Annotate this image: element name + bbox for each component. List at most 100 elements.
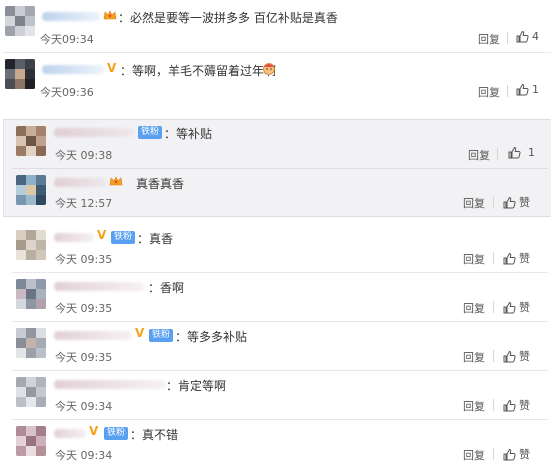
separator (493, 448, 494, 460)
like-button[interactable]: 赞 (503, 194, 530, 210)
reply-item: ：香啊 今天 09:35 回复 赞 (0, 273, 551, 321)
reply-text: ：肯定等啊 (166, 379, 227, 393)
reply-button[interactable]: 回复 (478, 31, 500, 47)
fan-badge: 铁粉 (104, 427, 129, 440)
reply-text: ：香啊 (148, 281, 185, 295)
comment-item: V ：等啊，羊毛不薅留着过年啊 今天09:36 回复 1 (0, 53, 551, 105)
comment-time: 今天09:36 (40, 86, 94, 99)
reply-item: 真香真香 今天 12:57 回复 赞 (0, 169, 551, 217)
like-label: 赞 (519, 252, 530, 265)
avatar[interactable] (16, 279, 46, 309)
fan-badge: 铁粉 (111, 231, 136, 244)
comment-time: 今天09:34 (40, 33, 94, 46)
thumbs-up-icon (516, 30, 529, 43)
reply-text: ：等多多补贴 (175, 330, 248, 344)
reply-time: 今天 09:35 (55, 351, 113, 364)
like-button[interactable]: 1 (516, 83, 539, 96)
avatar[interactable] (16, 126, 46, 156)
like-button[interactable]: 1 (508, 146, 535, 159)
reply-button[interactable]: 回复 (463, 349, 485, 365)
separator (497, 148, 498, 160)
vip-v-icon: V (97, 228, 107, 242)
like-label: 赞 (519, 350, 530, 363)
vip-v-icon: V (107, 61, 117, 75)
reply-text: ：等补贴 (164, 127, 213, 141)
like-count: 4 (532, 30, 539, 43)
fan-badge: 铁粉 (149, 329, 174, 342)
reply-button[interactable]: 回复 (463, 398, 485, 414)
reply-time: 今天 09:35 (55, 302, 113, 315)
reply-button[interactable]: 回复 (468, 147, 490, 163)
like-count: 1 (532, 83, 539, 96)
separator (493, 252, 494, 264)
reply-text: 真香真香 (136, 177, 185, 191)
reply-time: 今天 09:34 (55, 449, 113, 462)
reply-time: 今天 09:38 (55, 149, 113, 162)
separator (493, 399, 494, 411)
reply-item: V 铁粉 ：等多多补贴 今天 09:35 回复 赞 (0, 322, 551, 370)
like-button[interactable]: 赞 (503, 250, 530, 266)
emoji-icon (263, 63, 275, 75)
avatar[interactable] (5, 59, 35, 89)
like-label: 赞 (519, 448, 530, 461)
like-label: 赞 (519, 196, 530, 209)
reply-text: ：真香 (137, 232, 174, 246)
divider (3, 216, 551, 217)
username[interactable] (54, 128, 134, 137)
like-button[interactable]: 4 (516, 30, 539, 43)
reply-item: V 铁粉 ：真不错 今天 09:34 回复 赞 (0, 420, 551, 467)
username[interactable] (54, 282, 144, 291)
vip-v-icon: V (89, 424, 99, 438)
separator (493, 301, 494, 313)
thumbs-up-icon (516, 83, 529, 96)
username[interactable] (54, 331, 132, 340)
like-button[interactable]: 赞 (503, 348, 530, 364)
username[interactable] (54, 380, 166, 389)
reply-item: 铁粉 ：等补贴 今天 09:38 回复 1 (0, 120, 551, 168)
reply-time: 今天 09:34 (55, 400, 113, 413)
reply-time: 今天 12:57 (55, 197, 113, 210)
fan-badge: 铁粉 (138, 126, 163, 139)
reply-button[interactable]: 回复 (463, 195, 485, 211)
reply-time: 今天 09:35 (55, 253, 113, 266)
like-button[interactable]: 赞 (503, 299, 530, 315)
like-label: 赞 (519, 399, 530, 412)
username[interactable] (54, 233, 94, 242)
reply-button[interactable]: 回复 (463, 251, 485, 267)
comment-text: ：等啊，羊毛不薅留着过年啊 (120, 64, 277, 78)
like-count: 1 (528, 146, 535, 159)
comment-item: ：必然是要等一波拼多多 百亿补贴是真香 今天09:34 回复 4 (0, 0, 551, 52)
reply-text: ：真不错 (130, 428, 179, 442)
thumbs-up-icon (503, 196, 516, 208)
avatar[interactable] (5, 6, 35, 36)
vip-v-icon: V (135, 326, 145, 340)
crown-icon (109, 176, 123, 186)
thumbs-up-icon (503, 399, 516, 411)
reply-item: V 铁粉 ：真香 今天 09:35 回复 赞 (0, 224, 551, 272)
avatar[interactable] (16, 175, 46, 205)
thumbs-up-icon (503, 301, 516, 313)
reply-button[interactable]: 回复 (463, 300, 485, 316)
avatar[interactable] (16, 426, 46, 456)
like-button[interactable]: 赞 (503, 397, 530, 413)
thumbs-up-icon (503, 252, 516, 264)
avatar[interactable] (16, 377, 46, 407)
username[interactable] (42, 12, 100, 21)
thumbs-up-icon (508, 146, 521, 159)
like-button[interactable]: 赞 (503, 446, 530, 462)
separator (507, 85, 508, 97)
avatar[interactable] (16, 230, 46, 260)
reply-item: ：肯定等啊 今天 09:34 回复 赞 (0, 371, 551, 419)
reply-button[interactable]: 回复 (478, 84, 500, 100)
thumbs-up-icon (503, 350, 516, 362)
reply-button[interactable]: 回复 (463, 447, 485, 463)
separator (507, 32, 508, 44)
username[interactable] (42, 65, 104, 74)
crown-icon (103, 10, 117, 20)
avatar[interactable] (16, 328, 46, 358)
username[interactable] (54, 429, 86, 438)
username[interactable] (54, 178, 106, 187)
like-label: 赞 (519, 301, 530, 314)
comment-text: ：必然是要等一波拼多多 百亿补贴是真香 (118, 11, 338, 25)
separator (493, 350, 494, 362)
